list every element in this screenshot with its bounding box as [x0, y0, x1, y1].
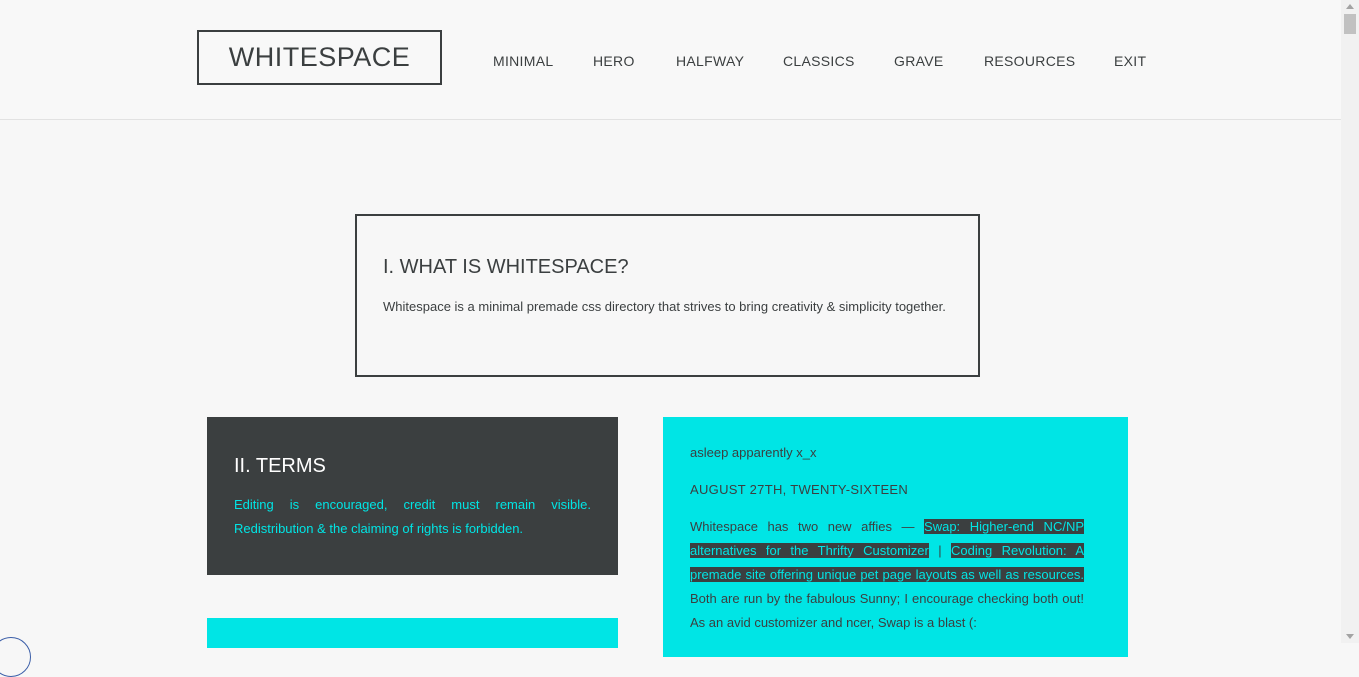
terms-text: Editing is encouraged, credit must remai… — [234, 497, 591, 536]
scroll-down-arrow-icon[interactable] — [1346, 634, 1354, 639]
nav-link-minimal[interactable]: MINIMAL — [493, 53, 553, 69]
link-separator: | — [928, 543, 952, 558]
what-is-whitespace-section: I. WHAT IS WHITESPACE? Whitespace is a m… — [355, 214, 980, 377]
what-is-whitespace-text: Whitespace is a minimal premade css dire… — [383, 299, 946, 314]
corner-widget-icon[interactable] — [0, 637, 31, 677]
site-logo[interactable]: WHITESPACE — [197, 30, 442, 85]
nav-link-classics[interactable]: CLASSICS — [783, 53, 855, 69]
update-outro: Both are run by the fabulous Sunny; I en… — [690, 591, 1084, 630]
nav-link-halfway[interactable]: HALFWAY — [676, 53, 744, 69]
update-date: AUGUST 27TH, TWENTY-SIXTEEN — [690, 482, 909, 497]
scroll-up-arrow-icon[interactable] — [1346, 4, 1354, 9]
what-is-whitespace-heading: I. WHAT IS WHITESPACE? — [383, 256, 629, 278]
update-body: Whitespace has two new affies — Swap: Hi… — [690, 515, 1084, 635]
vertical-scrollbar[interactable] — [1341, 0, 1359, 643]
terms-heading: II. TERMS — [234, 455, 326, 477]
scrollbar-thumb[interactable] — [1344, 14, 1356, 34]
nav-link-exit[interactable]: EXIT — [1114, 53, 1146, 69]
update-status: asleep apparently x_x — [690, 445, 817, 460]
update-intro: Whitespace has two new affies — — [690, 519, 925, 534]
update-section: asleep apparently x_x AUGUST 27TH, TWENT… — [663, 417, 1128, 657]
site-header: WHITESPACE MINIMAL HERO HALFWAY CLASSICS… — [0, 0, 1341, 120]
nav-link-resources[interactable]: RESOURCES — [984, 53, 1075, 69]
nav-link-grave[interactable]: GRAVE — [894, 53, 943, 69]
terms-section: II. TERMS Editing is encouraged, credit … — [207, 417, 618, 575]
next-section-block — [207, 618, 618, 648]
nav-link-hero[interactable]: HERO — [593, 53, 635, 69]
